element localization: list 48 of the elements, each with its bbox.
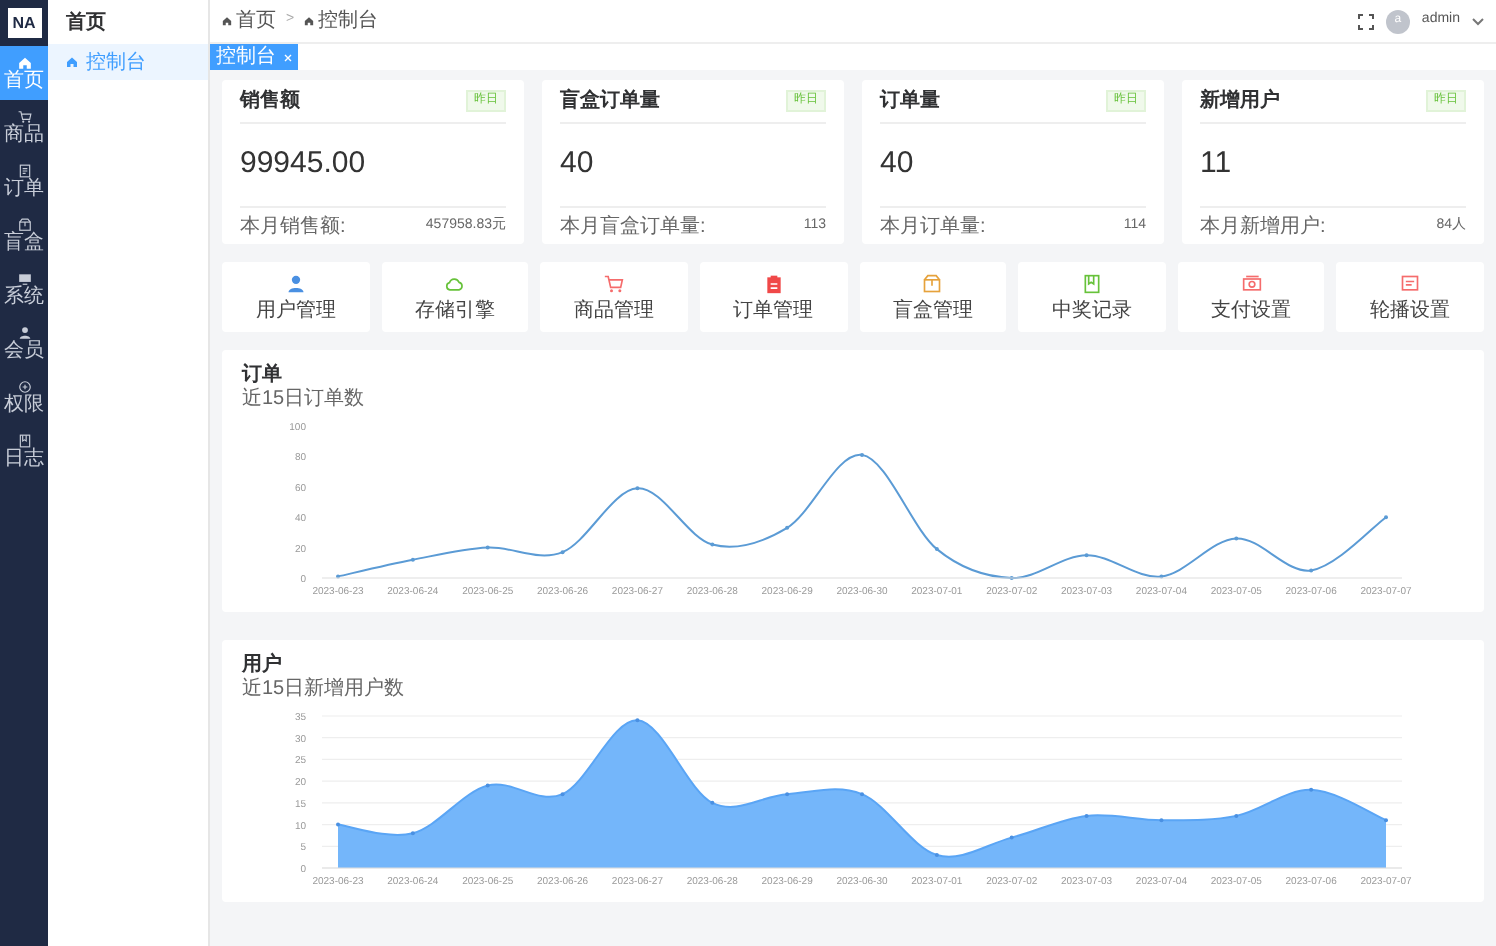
close-icon[interactable] xyxy=(284,53,292,61)
home-icon xyxy=(222,16,232,26)
monitor-icon xyxy=(17,271,31,285)
sidebar-item[interactable]: 订单 xyxy=(0,154,48,208)
fullscreen-icon[interactable] xyxy=(1357,13,1374,29)
home-icon xyxy=(66,56,78,68)
submenu-title: 首页 xyxy=(64,9,108,37)
stat-value: 99945.00 xyxy=(240,144,366,185)
logo: NA xyxy=(7,8,41,38)
card-title: 订单量 xyxy=(880,87,940,116)
card-title: 盲盒订单量 xyxy=(560,86,660,116)
card-title: 新增用户 xyxy=(1200,86,1280,116)
sidebar-item[interactable]: 权限 xyxy=(0,370,48,424)
shortcut-button[interactable]: 轮播设置 xyxy=(1336,262,1484,332)
document-icon xyxy=(17,163,31,177)
chart-subtitle: 近15日新增用户数 xyxy=(242,680,407,700)
home-icon xyxy=(17,55,31,69)
book-icon xyxy=(17,433,31,447)
home-icon xyxy=(304,16,315,26)
chevron-down-icon[interactable] xyxy=(1472,17,1484,25)
box-icon xyxy=(17,217,31,231)
footer-label: 本月订单量: xyxy=(880,213,986,241)
shortcut-button[interactable]: 盲盒管理 xyxy=(859,262,1007,332)
cart-icon xyxy=(17,109,31,123)
sidebar-item[interactable]: 盲盒 xyxy=(0,208,48,262)
user-icon xyxy=(17,325,31,339)
chart-title: 订单 xyxy=(242,366,284,386)
shortcut-button[interactable]: 订单管理 xyxy=(699,262,847,332)
stat-value: 11 xyxy=(1200,144,1232,185)
shortcut-button[interactable]: 中奖记录 xyxy=(1018,262,1166,332)
footer-label: 本月销售额: xyxy=(240,213,346,241)
footer-label: 本月新增用户: xyxy=(1200,213,1326,241)
shortcut-button[interactable]: 用户管理 xyxy=(222,262,370,332)
shortcut-button[interactable]: 存储引擎 xyxy=(381,262,529,332)
breadcrumb-link[interactable]: 控制台 xyxy=(304,6,379,36)
card-title: 销售额 xyxy=(240,86,300,116)
sidebar-item[interactable]: 会员 xyxy=(0,316,48,370)
breadcrumb-link[interactable]: 首页 xyxy=(222,6,276,36)
stat-value: 40 xyxy=(560,144,594,185)
sidebar-item[interactable]: 系统 xyxy=(0,262,48,316)
stat-value: 40 xyxy=(880,144,914,185)
sidebar-item[interactable]: 日志 xyxy=(0,424,48,478)
chart-title: 用户 xyxy=(242,656,284,676)
shortcut-button[interactable]: 支付设置 xyxy=(1177,262,1325,332)
footer-label: 本月盲盒订单量: xyxy=(560,213,706,241)
shortcut-button[interactable]: 商品管理 xyxy=(540,262,688,332)
chart-subtitle: 近15日订单数 xyxy=(242,390,367,410)
sidebar-item[interactable]: 商品 xyxy=(0,100,48,154)
